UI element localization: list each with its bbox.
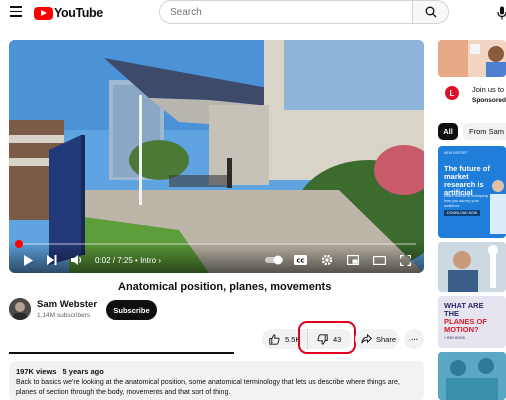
subscribe-button[interactable]: Subscribe (106, 300, 157, 320)
play-icon (24, 254, 33, 266)
ad-thumbnail[interactable] (438, 40, 506, 77)
share-icon (361, 334, 372, 344)
search-input[interactable] (160, 1, 412, 23)
rec3-title: WHAT ARE THE PLANES OF MOTION? (444, 302, 496, 334)
rec1-subtitle: Learn how AI is reshaping how you survey… (444, 194, 488, 208)
theater-button[interactable] (372, 253, 386, 267)
recommended-video-thumbnail[interactable] (438, 242, 506, 292)
captions-icon: CC (293, 255, 307, 265)
recommended-video-planes-of-motion[interactable]: WHAT ARE THE PLANES OF MOTION? + RBY BOO… (438, 296, 506, 348)
logo-text: YouTube (54, 6, 103, 20)
channel-name[interactable]: Sam Webster (37, 299, 97, 310)
theater-icon (372, 255, 386, 265)
more-actions-button[interactable]: ··· (404, 329, 424, 349)
video-player[interactable]: 0:02 / 7:25 • Intro › CC (9, 40, 424, 273)
recommended-video-surgery[interactable] (438, 352, 506, 400)
rec1-illustration (490, 180, 506, 234)
video-title: Anatomical position, planes, movements (118, 281, 332, 293)
more-icon: ··· (410, 333, 419, 345)
current-time: 0:02 (95, 256, 111, 265)
video-frame (9, 40, 424, 273)
share-button[interactable]: Share (355, 329, 399, 349)
channel-avatar[interactable] (9, 298, 31, 320)
upload-age: 5 years ago (62, 367, 104, 376)
ad-title[interactable]: Join us to (472, 85, 504, 94)
description-box[interactable]: 197K views 5 years ago Back to basics we… (9, 361, 424, 400)
thumbs-up-icon (269, 333, 280, 345)
rec3-title-line1: WHAT ARE THE (444, 301, 484, 318)
youtube-play-logo-icon (34, 6, 53, 20)
search-bar (159, 0, 449, 24)
dislike-highlight-annotation (298, 321, 356, 354)
sponsored-label: Sponsored (472, 97, 506, 104)
top-bar: YouTube (0, 0, 506, 26)
timecode: 0:02 / 7:25 • Intro › (95, 256, 161, 265)
duration: 7:25 (117, 256, 133, 265)
sidebar: L Join us to Sponsored All From Sam NEW … (438, 40, 506, 400)
avatar-image (9, 298, 31, 320)
play-button[interactable] (21, 253, 35, 267)
svg-text:CC: CC (296, 258, 304, 264)
description-text: Back to basics we're looking at the anat… (16, 379, 400, 396)
ad-image (438, 40, 506, 77)
share-label: Share (376, 334, 397, 344)
search-button[interactable] (412, 1, 448, 23)
youtube-logo[interactable]: YouTube (34, 5, 103, 21)
miniplayer-button[interactable] (346, 253, 360, 267)
captions-button[interactable]: CC (293, 253, 307, 267)
chapter-label[interactable]: Intro (140, 256, 156, 265)
rec1-tag: NEW REPORT (444, 151, 468, 155)
rec2-image (438, 242, 506, 292)
rec3-title-line2: PLANES OF MOTION? (444, 317, 487, 334)
fullscreen-icon (399, 254, 411, 266)
next-button[interactable] (45, 253, 59, 267)
chip-all[interactable]: All (438, 123, 458, 140)
mic-icon (497, 6, 506, 20)
recommended-ad-market-research[interactable]: NEW REPORT The future of market research… (438, 146, 506, 238)
chip-from-channel[interactable]: From Sam (463, 123, 506, 140)
menu-icon[interactable] (10, 6, 22, 18)
settings-icon (321, 254, 333, 266)
advertiser-logo[interactable]: L (445, 86, 459, 100)
volume-icon (71, 255, 82, 265)
rec1-download-button[interactable]: DOWNLOAD NOW (444, 210, 481, 216)
subscriber-count: 1.14M subscribers (37, 312, 91, 319)
volume-button[interactable] (69, 253, 85, 267)
progress-bar[interactable] (14, 240, 416, 248)
next-icon (47, 255, 57, 265)
rec3-small: + RBY BOOK (444, 336, 466, 340)
rec4-image (438, 352, 506, 400)
fullscreen-button[interactable] (398, 253, 412, 267)
autoplay-toggle-icon (265, 255, 283, 265)
miniplayer-icon (347, 255, 359, 265)
scrubber-handle[interactable] (14, 240, 23, 248)
autoplay-toggle[interactable] (265, 253, 285, 267)
view-count: 197K views (16, 367, 57, 376)
search-icon (425, 6, 436, 18)
description-meta: 197K views 5 years ago (16, 367, 417, 376)
player-controls: 0:02 / 7:25 • Intro › CC (9, 240, 424, 273)
settings-button[interactable] (320, 253, 334, 267)
voice-search-button[interactable] (494, 4, 506, 22)
section-divider (9, 352, 234, 354)
